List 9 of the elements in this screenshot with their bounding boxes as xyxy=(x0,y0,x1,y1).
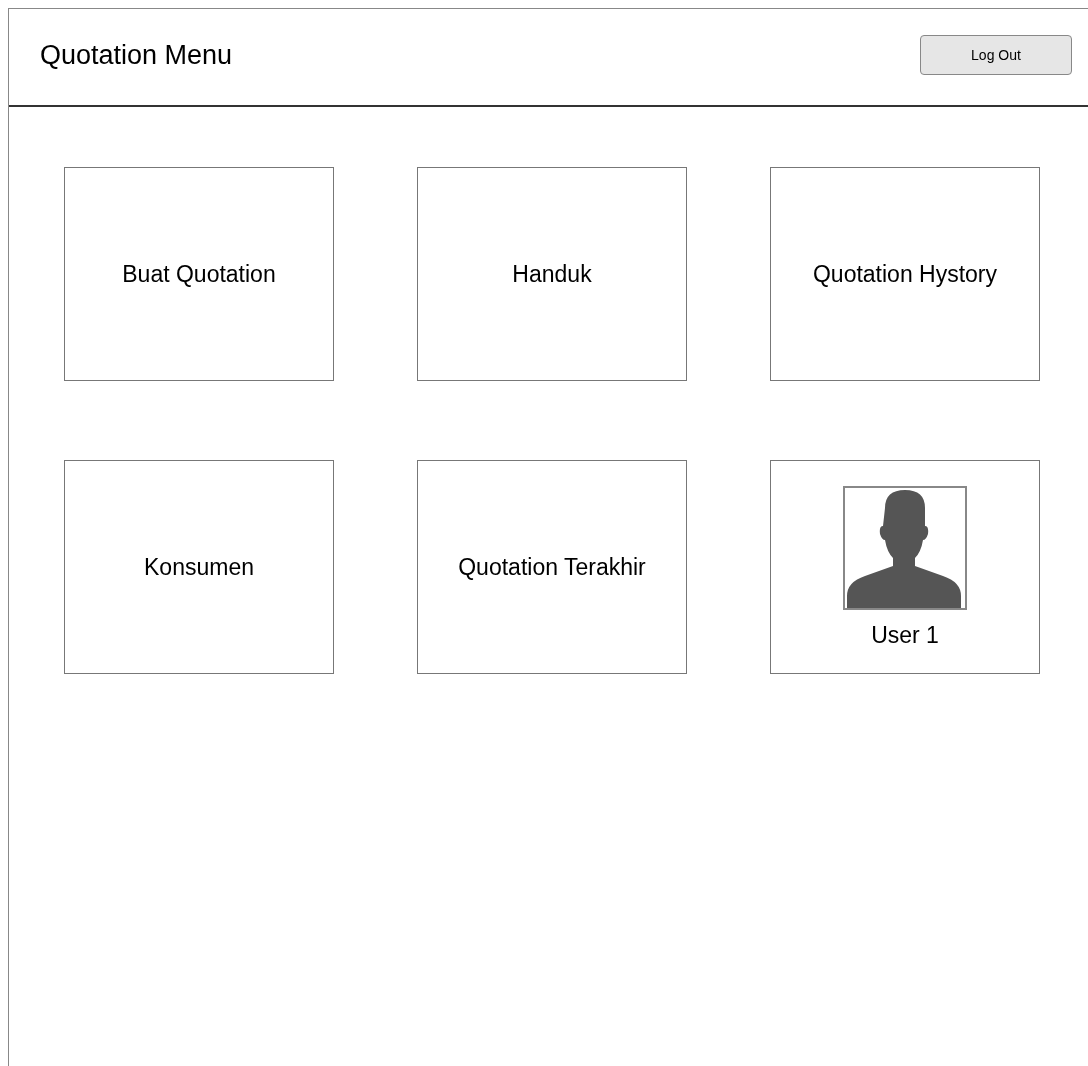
logout-button[interactable]: Log Out xyxy=(920,35,1072,75)
menu-tile[interactable]: Handuk xyxy=(417,167,687,381)
user-avatar-icon xyxy=(843,485,967,610)
menu-tile[interactable]: Konsumen xyxy=(64,460,334,674)
menu-tile[interactable]: Quotation Hystory xyxy=(770,167,1040,381)
page-title: Quotation Menu xyxy=(40,39,233,71)
menu-tile[interactable]: Quotation Terakhir xyxy=(417,460,687,674)
menu-tile[interactable]: Buat Quotation xyxy=(64,167,334,381)
user-tile[interactable]: User 1 xyxy=(770,460,1040,674)
